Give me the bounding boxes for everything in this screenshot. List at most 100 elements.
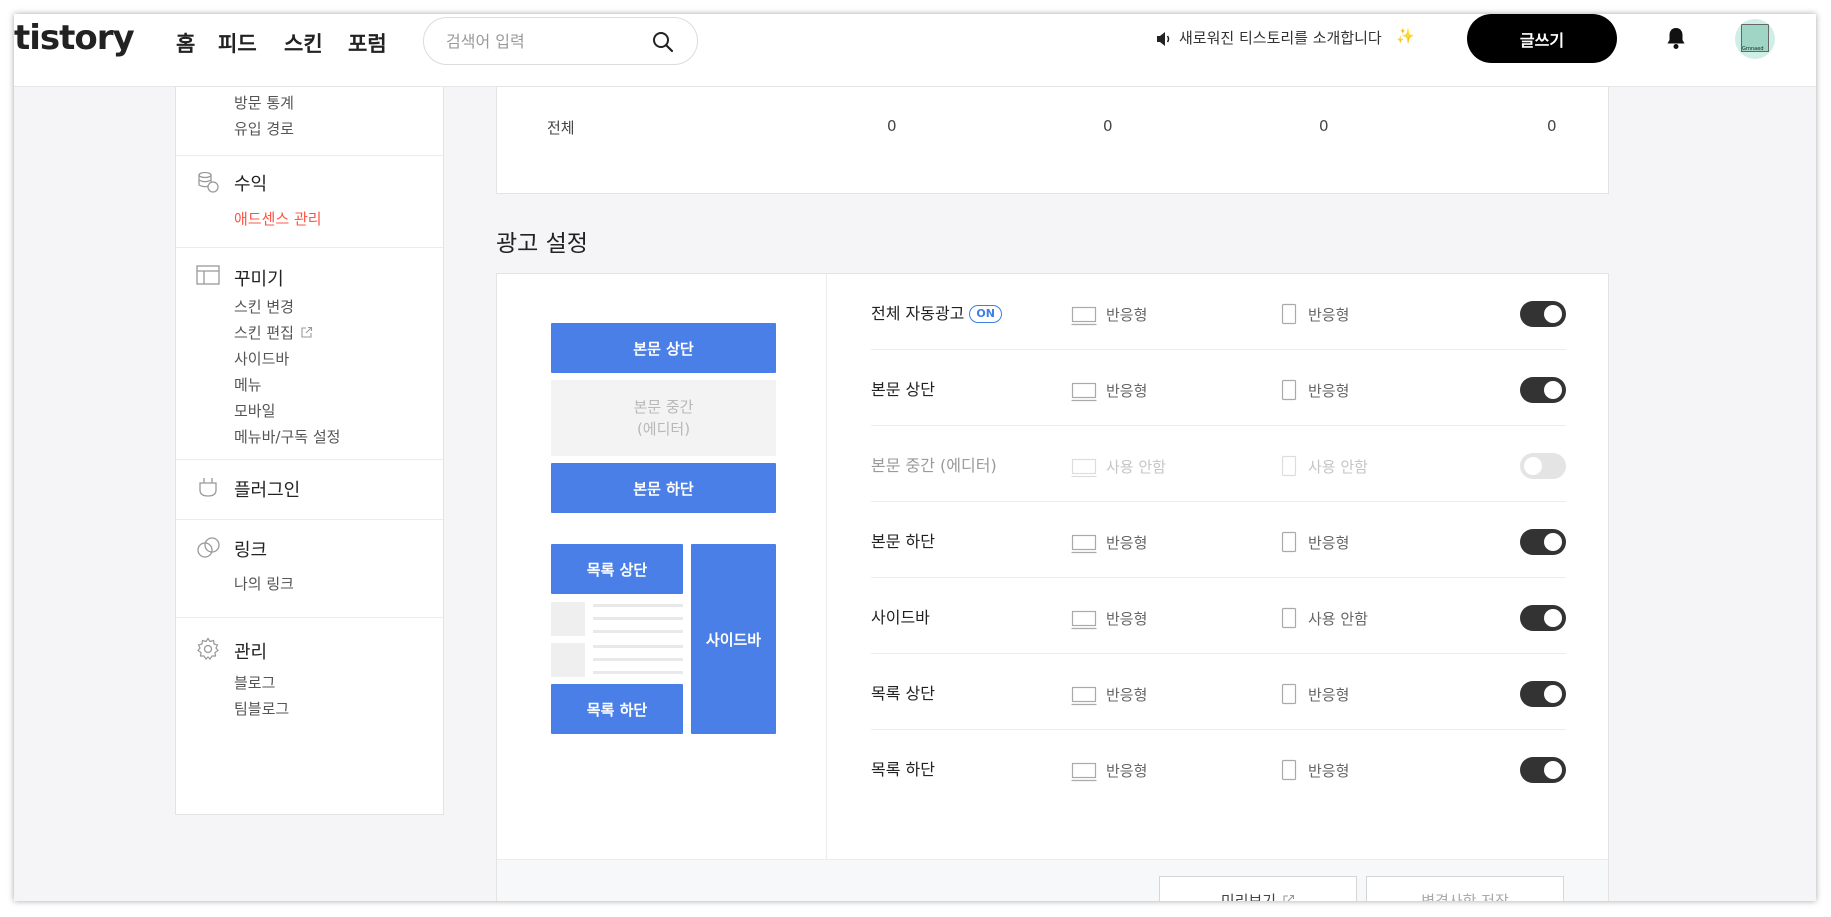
desktop-icon — [1071, 306, 1097, 326]
pc-ad-type: 반응형 — [1106, 686, 1148, 704]
coins-icon — [198, 171, 219, 193]
mobile-ad-type: 반응형 — [1308, 762, 1350, 780]
sidebar-item-skin-edit[interactable]: 스킨 편집 — [234, 322, 313, 343]
toggle-knob — [1544, 533, 1562, 551]
preview-body-middle: 본문 중간 (에디터) — [551, 380, 776, 456]
desktop-icon — [1071, 458, 1097, 478]
browser-window: tistory 홈 피드 스킨 포럼 새로워진 티스토리를 소개합니다 ✨ 글쓰… — [14, 14, 1816, 901]
summary-label: 전체 — [547, 119, 575, 137]
sidebar-item-adsense[interactable]: 애드센스 관리 — [234, 208, 322, 229]
avatar[interactable]: Grnnaed — [1735, 19, 1775, 59]
desktop-icon — [1071, 534, 1097, 554]
sidebar-title-link[interactable]: 링크 — [234, 536, 267, 562]
tistory-logo[interactable]: tistory — [14, 18, 135, 58]
nav-skin[interactable]: 스킨 — [284, 28, 323, 58]
top-header: tistory 홈 피드 스킨 포럼 새로워진 티스토리를 소개합니다 ✨ 글쓰… — [14, 14, 1816, 87]
admin-sidebar: 방문 통계 유입 경로 수익 애드센스 관리 꾸미기 스킨 변경 스킨 편집 사… — [175, 87, 444, 815]
mobile-ad-type: 반응형 — [1308, 686, 1350, 704]
ad-row-name: 본문 상단 — [871, 380, 935, 399]
preview-text-line — [593, 604, 683, 607]
sidebar-item-blog[interactable]: 블로그 — [234, 672, 275, 693]
sidebar-item-menu[interactable]: 메뉴 — [234, 374, 262, 395]
sidebar-title-revenue[interactable]: 수익 — [234, 170, 267, 196]
preview-list-bottom: 목록 하단 — [551, 684, 683, 734]
nav-home[interactable]: 홈 — [176, 28, 195, 58]
write-post-button[interactable]: 글쓰기 — [1467, 14, 1617, 63]
toggle-knob — [1544, 685, 1562, 703]
summary-card: 전체 0 0 0 0 — [496, 87, 1609, 194]
mobile-icon — [1281, 379, 1297, 401]
preview-text-line — [593, 671, 683, 674]
ad-row-body-top: 본문 상단 반응형 반응형 — [871, 350, 1566, 426]
ad-row-name-text: 전체 자동광고 — [871, 304, 965, 323]
toggle-sidebar[interactable] — [1520, 605, 1566, 631]
toggle-auto-ad[interactable] — [1520, 301, 1566, 327]
pc-ad-type: 반응형 — [1106, 382, 1148, 400]
sidebar-title-plugin[interactable]: 플러그인 — [234, 476, 300, 502]
notice-link[interactable]: 새로워진 티스토리를 소개합니다 — [1179, 27, 1382, 48]
toggle-knob — [1544, 305, 1562, 323]
toggle-knob — [1544, 609, 1562, 627]
sidebar-item-skin-change[interactable]: 스킨 변경 — [234, 296, 294, 317]
ad-settings-footer: 미리보기 변경사항 저장 — [497, 859, 1608, 901]
toggle-list-top[interactable] — [1520, 681, 1566, 707]
external-link-icon — [1283, 894, 1295, 901]
preview-body-middle-line2: (에디터) — [636, 420, 691, 438]
desktop-icon — [1071, 762, 1097, 782]
ad-settings-card: 본문 상단 본문 중간 (에디터) 본문 하단 목록 상단 목록 하단 사이드바… — [496, 273, 1609, 901]
search-icon[interactable] — [651, 30, 675, 54]
sidebar-title-decorate[interactable]: 꾸미기 — [234, 265, 284, 291]
toggle-body-bottom[interactable] — [1520, 529, 1566, 555]
preview-text-line — [593, 658, 683, 661]
summary-value: 0 — [1103, 117, 1113, 135]
mobile-ad-type: 반응형 — [1308, 382, 1350, 400]
desktop-icon — [1071, 610, 1097, 630]
preview-thumb — [551, 643, 585, 677]
sidebar-item-team-blog[interactable]: 팀블로그 — [234, 698, 289, 719]
preview-thumb — [551, 602, 585, 636]
ad-row-name: 목록 상단 — [871, 684, 935, 703]
toggle-body-top[interactable] — [1520, 377, 1566, 403]
summary-value: 0 — [1547, 117, 1557, 135]
bell-icon[interactable] — [1665, 26, 1687, 50]
preview-body-bottom: 본문 하단 — [551, 463, 776, 513]
sidebar-item-mobile[interactable]: 모바일 — [234, 400, 275, 421]
desktop-icon — [1071, 686, 1097, 706]
save-changes-button[interactable]: 변경사항 저장 — [1366, 876, 1564, 901]
sidebar-section-manage: 관리 블로그 팀블로그 — [176, 618, 443, 744]
sidebar-section-stats: 방문 통계 유입 경로 — [176, 87, 443, 156]
toggle-list-bottom[interactable] — [1520, 757, 1566, 783]
sidebar-item-referrer[interactable]: 유입 경로 — [234, 118, 294, 139]
sparkle-icon: ✨ — [1396, 27, 1415, 45]
gear-icon — [197, 637, 219, 660]
toggle-body-middle[interactable] — [1520, 453, 1566, 479]
sidebar-item-my-link[interactable]: 나의 링크 — [234, 573, 294, 594]
mobile-icon — [1281, 303, 1297, 325]
pc-ad-type: 반응형 — [1106, 534, 1148, 552]
preview-text-line — [593, 645, 683, 648]
sidebar-item-sidebar[interactable]: 사이드바 — [234, 348, 289, 369]
nav-forum[interactable]: 포럼 — [348, 28, 387, 58]
desktop-icon — [1071, 382, 1097, 402]
layout-icon — [196, 265, 220, 285]
sidebar-item-skin-edit-label: 스킨 편집 — [234, 324, 294, 342]
sidebar-section-plugin: 플러그인 — [176, 460, 443, 520]
plug-icon — [199, 478, 217, 497]
toggle-knob — [1544, 381, 1562, 399]
on-badge: ON — [969, 305, 1002, 323]
mobile-icon — [1281, 607, 1297, 629]
sidebar-title-manage[interactable]: 관리 — [234, 638, 267, 664]
toggle-knob — [1544, 761, 1562, 779]
ad-row-name: 본문 하단 — [871, 532, 935, 551]
ad-row-sidebar: 사이드바 반응형 사용 안함 — [871, 578, 1566, 654]
summary-value: 0 — [1319, 117, 1329, 135]
ad-row-list-top: 목록 상단 반응형 반응형 — [871, 654, 1566, 730]
ad-row-name: 전체 자동광고 ON — [871, 300, 1002, 324]
nav-feed[interactable]: 피드 — [218, 28, 257, 58]
search-input[interactable] — [446, 28, 641, 54]
preview-button[interactable]: 미리보기 — [1159, 876, 1357, 901]
sidebar-section-decorate: 꾸미기 스킨 변경 스킨 편집 사이드바 메뉴 모바일 메뉴바/구독 설정 — [176, 248, 443, 460]
sidebar-item-menubar[interactable]: 메뉴바/구독 설정 — [234, 426, 340, 447]
toggle-knob — [1524, 457, 1542, 475]
sidebar-item-visit-stats[interactable]: 방문 통계 — [234, 92, 294, 113]
